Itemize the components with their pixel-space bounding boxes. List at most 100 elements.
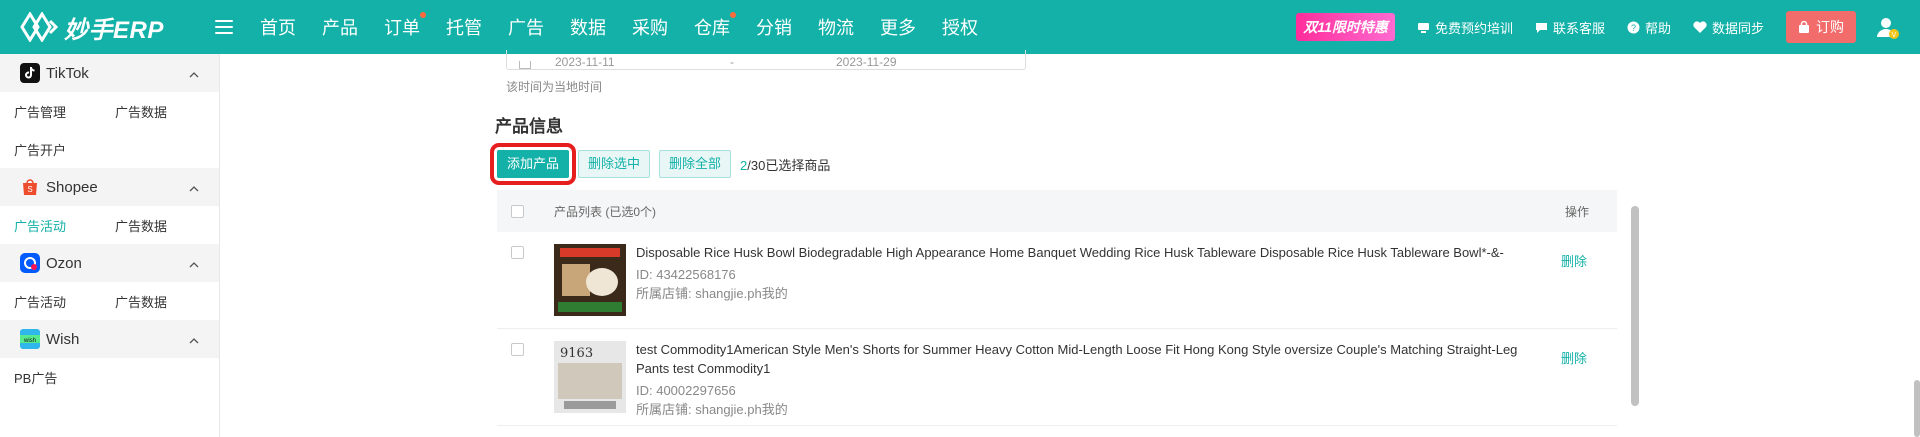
svg-text:S: S xyxy=(27,185,32,194)
chat-icon xyxy=(1535,22,1547,33)
help-link[interactable]: ? 帮助 xyxy=(1627,18,1671,37)
svg-text:?: ? xyxy=(1631,23,1636,33)
delete-all-button[interactable]: 删除全部 xyxy=(659,150,732,178)
bag-icon xyxy=(1799,20,1809,33)
sidebar-section-ozon[interactable]: Ozon xyxy=(0,244,219,282)
column-header-action: 操作 xyxy=(1564,204,1589,219)
nav-item[interactable]: 订单 xyxy=(384,12,426,40)
order-button[interactable]: 订购 xyxy=(1786,11,1856,43)
promo-badge[interactable]: 双11限时特惠 xyxy=(1296,13,1395,41)
sidebar-subrow: 广告活动 广告数据 xyxy=(0,282,219,320)
help-label: 帮助 xyxy=(1644,20,1671,36)
nav-item[interactable]: 物流 xyxy=(818,14,854,40)
product-shop: 所属店铺: shangjie.ph我的 xyxy=(636,402,788,417)
delete-selected-button[interactable]: 删除选中 xyxy=(578,150,651,178)
sidebar-item[interactable]: PB广告 xyxy=(14,368,115,387)
nav-item[interactable]: 数据 xyxy=(570,14,606,40)
nav-item-label: 产品 xyxy=(322,18,358,38)
sidebar-section-shopee[interactable]: S Shopee xyxy=(0,168,219,206)
nav-item[interactable]: 首页 xyxy=(260,14,296,40)
add-product-button[interactable]: 添加产品 xyxy=(489,143,577,185)
product-thumbnail xyxy=(554,244,626,316)
menu-toggle-icon[interactable] xyxy=(215,20,233,34)
order-label: 订购 xyxy=(1816,19,1844,35)
nav-item[interactable]: 仓库 xyxy=(694,12,736,40)
nav-item[interactable]: 分销 xyxy=(756,14,792,40)
brand-logo[interactable]: 妙手ERP xyxy=(20,10,175,45)
date-start: 2023-11-11 xyxy=(555,55,615,69)
nav-item-label: 仓库 xyxy=(694,18,730,38)
logo-icon xyxy=(20,11,59,43)
row-checkbox[interactable] xyxy=(511,246,524,259)
date-range-picker[interactable]: 2023-11-11 - 2023-11-29 xyxy=(506,50,1026,70)
training-link[interactable]: 免费预约培训 xyxy=(1417,18,1513,37)
page-scrollbar[interactable] xyxy=(1914,380,1920,437)
notification-dot xyxy=(730,12,736,18)
delete-row-button[interactable]: 删除 xyxy=(1561,251,1587,270)
date-separator: - xyxy=(730,55,734,69)
product-id: ID: 40002297656 xyxy=(636,383,736,398)
support-link[interactable]: 联系客服 xyxy=(1535,18,1605,37)
chevron-up-icon[interactable] xyxy=(189,66,199,81)
calendar-icon xyxy=(519,61,531,69)
chevron-up-icon[interactable] xyxy=(189,256,199,271)
shopee-icon: S xyxy=(20,177,40,197)
sidebar-item[interactable]: 广告管理 xyxy=(14,102,115,121)
sidebar-subrow: 广告活动 广告数据 xyxy=(0,206,219,244)
nav-item[interactable]: 采购 xyxy=(632,14,668,40)
training-icon xyxy=(1417,22,1429,33)
sidebar-subrow: PB广告 xyxy=(0,358,219,396)
nav-item-label: 数据 xyxy=(570,18,606,38)
brand-name: 妙手ERP xyxy=(64,16,164,44)
product-table: 产品列表 (已选0个) 操作 Disposable Rice Husk Bowl… xyxy=(497,190,1617,426)
nav-item[interactable]: 更多 xyxy=(880,14,916,40)
svg-text:9163: 9163 xyxy=(560,346,593,361)
sidebar-item[interactable]: 广告开户 xyxy=(14,140,115,159)
notification-dot xyxy=(420,12,426,18)
nav-item[interactable]: 托管 xyxy=(446,14,482,40)
main-nav: 首页 产品 订单 托管 广告 数据 采购 仓库 分销 物流 更多 授权 xyxy=(247,12,991,40)
product-title: test Commodity1American Style Men's Shor… xyxy=(636,342,1518,376)
help-icon: ? xyxy=(1627,21,1640,33)
product-thumbnail: 9163 xyxy=(554,341,626,413)
select-all-checkbox[interactable] xyxy=(511,204,524,218)
sidebar-section-tiktok[interactable]: TikTok xyxy=(0,54,219,92)
svg-text:V: V xyxy=(1892,32,1897,39)
nav-item[interactable]: 产品 xyxy=(322,14,358,40)
nav-item[interactable]: 广告 xyxy=(508,14,544,40)
nav-item-label: 授权 xyxy=(942,18,978,38)
nav-item-label: 采购 xyxy=(632,18,668,38)
sidebar-item[interactable]: 广告数据 xyxy=(115,102,216,121)
table-scrollbar[interactable] xyxy=(1631,206,1639,406)
sidebar-section-wish[interactable]: wish Wish xyxy=(0,320,219,358)
sidebar: TikTok 广告管理 广告数据 广告开户 S Shopee 广告活动 广告数据 Ozon 广告活… xyxy=(0,54,220,437)
sidebar-section-label: Shopee xyxy=(46,178,98,196)
nav-item-label: 更多 xyxy=(880,18,916,38)
row-checkbox[interactable] xyxy=(511,343,524,356)
sidebar-item[interactable]: 广告数据 xyxy=(115,292,216,311)
nav-item-label: 托管 xyxy=(446,18,482,38)
nav-item-label: 物流 xyxy=(818,18,854,38)
date-end: 2023-11-29 xyxy=(836,55,897,69)
product-info: test Commodity1American Style Men's Shor… xyxy=(636,340,1536,419)
sidebar-section-label: Wish xyxy=(46,330,80,348)
sidebar-item[interactable]: 广告活动 xyxy=(14,216,115,235)
sidebar-item[interactable]: 广告数据 xyxy=(115,216,216,235)
nav-item-label: 广告 xyxy=(508,18,544,38)
nav-item[interactable]: 授权 xyxy=(942,14,978,40)
sync-link[interactable]: 数据同步 xyxy=(1693,18,1764,37)
tiktok-icon xyxy=(20,63,40,83)
delete-row-button[interactable]: 删除 xyxy=(1561,348,1587,367)
table-header: 产品列表 (已选0个) 操作 xyxy=(497,190,1617,232)
sync-label: 数据同步 xyxy=(1711,20,1764,36)
top-navbar: 妙手ERP 首页 产品 订单 托管 广告 数据 采购 仓库 分销 物流 更多 授权 双11限时特惠 免… xyxy=(0,0,1920,54)
chevron-up-icon[interactable] xyxy=(189,332,199,347)
sidebar-item[interactable]: 广告活动 xyxy=(14,292,115,311)
page-title: 产品信息 xyxy=(495,117,563,136)
product-actions: 添加产品 删除选中 删除全部 2/30已选择商品 xyxy=(489,143,830,185)
sidebar-subrow: 广告开户 xyxy=(0,130,219,168)
product-id: ID: 43422568176 xyxy=(636,267,736,282)
user-avatar[interactable]: V xyxy=(1874,14,1900,40)
chevron-up-icon[interactable] xyxy=(189,180,199,195)
sidebar-section-label: TikTok xyxy=(46,64,89,82)
